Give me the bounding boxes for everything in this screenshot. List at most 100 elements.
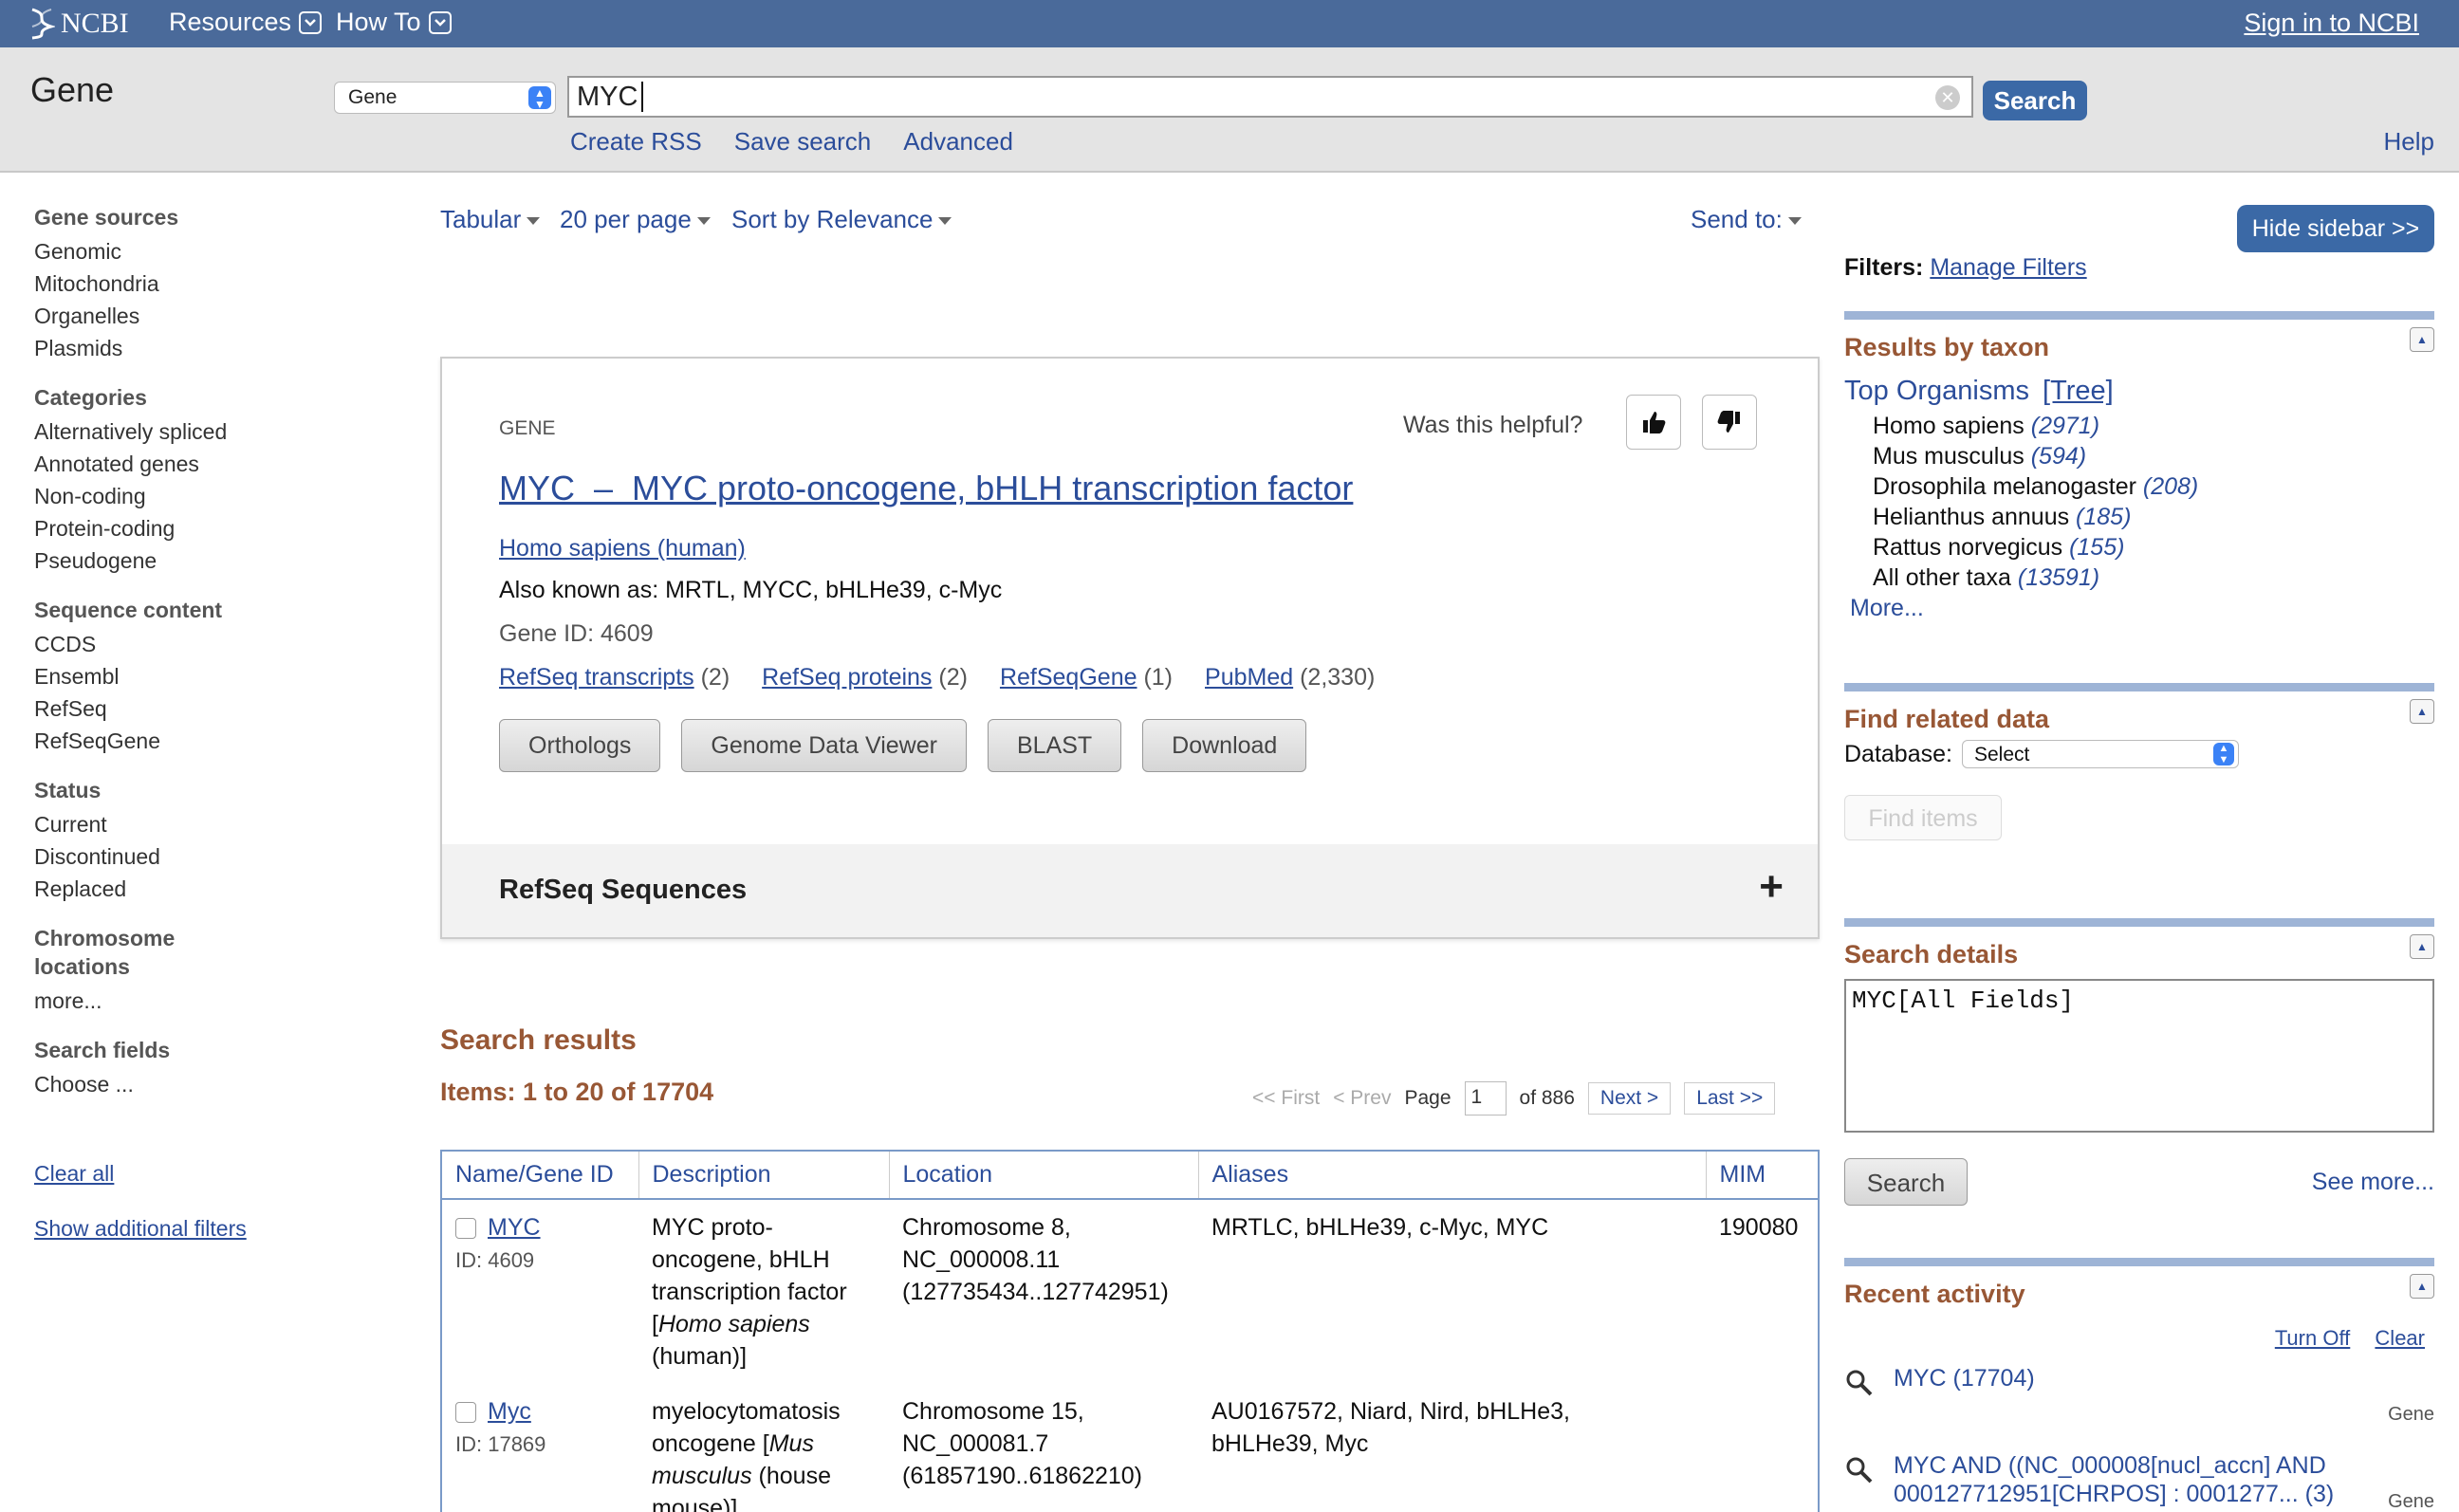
expand-plus-icon[interactable]: + (1759, 863, 1784, 911)
row-checkbox[interactable] (455, 1402, 476, 1424)
blast-button[interactable]: BLAST (987, 719, 1122, 772)
column-header-description[interactable]: Description (638, 1151, 890, 1200)
facet-item-replaced[interactable]: Replaced (34, 873, 357, 905)
facet-item-organelles[interactable]: Organelles (34, 300, 357, 332)
search-details-textarea[interactable]: MYC[All Fields] (1844, 979, 2434, 1133)
tree-link[interactable]: [Tree] (2043, 376, 2114, 406)
send-to-dropdown[interactable]: Send to: (1691, 205, 1802, 234)
facet-item-plasmids[interactable]: Plasmids (34, 332, 357, 364)
aliases-cell: MRTLC, bHLHe39, c-Myc, MYC (1211, 1214, 1549, 1241)
search-input[interactable]: MYC ✕ (567, 76, 1973, 118)
related-database-select[interactable]: Select ▲ ▼ (1961, 740, 2239, 768)
genome-data-viewer-button[interactable]: Genome Data Viewer (681, 719, 967, 772)
hide-sidebar-button[interactable]: Hide sidebar >> (2237, 205, 2434, 252)
list-item[interactable]: Helianthus annuus (185) (1873, 502, 2434, 532)
facet-item-mitochondria[interactable]: Mitochondria (34, 267, 357, 300)
collapse-toggle-icon[interactable]: ▲ (2410, 1274, 2434, 1299)
refseq-transcripts-link[interactable]: RefSeq transcripts (499, 664, 694, 691)
facet-item-genomic[interactable]: Genomic (34, 235, 357, 267)
per-page-dropdown[interactable]: 20 per page (560, 205, 711, 234)
download-button[interactable]: Download (1142, 719, 1307, 772)
page-number-input[interactable]: 1 (1464, 1081, 1507, 1116)
see-more-link[interactable]: See more... (2312, 1169, 2434, 1196)
manage-filters-link[interactable]: Manage Filters (1930, 254, 2086, 281)
refseqgene-link[interactable]: RefSeqGene (1000, 664, 1137, 691)
database-select[interactable]: Gene ▲ ▼ (334, 82, 556, 114)
list-item[interactable]: Drosophila melanogaster (208) (1873, 471, 2434, 502)
organism-link[interactable]: Homo sapiens (human) (499, 535, 746, 562)
thumbs-down-button[interactable] (1702, 395, 1757, 450)
list-item[interactable]: Mus musculus (594) (1873, 441, 2434, 471)
dropdown-arrow-icon (696, 217, 711, 226)
facet-item-more[interactable]: more... (34, 985, 357, 1017)
facet-item-pseudogene[interactable]: Pseudogene (34, 544, 357, 577)
refseq-sequences-section[interactable]: RefSeq Sequences + (442, 844, 1818, 937)
facet-item-choose[interactable]: Choose ... (34, 1068, 357, 1100)
turn-off-link[interactable]: Turn Off (2275, 1326, 2350, 1350)
pubmed-link[interactable]: PubMed (1205, 664, 1293, 691)
details-search-button[interactable]: Search (1844, 1158, 1968, 1206)
facet-item-ccds[interactable]: CCDS (34, 628, 357, 660)
facet-search-fields: Search fields Choose ... (34, 1036, 357, 1100)
find-items-button[interactable]: Find items (1844, 795, 2002, 840)
row-checkbox[interactable] (455, 1218, 476, 1240)
gene-name-link[interactable]: MYC (488, 1214, 541, 1241)
gene-title-link[interactable]: MYC – MYC proto-oncogene, bHLH transcrip… (499, 469, 1353, 508)
sort-dropdown[interactable]: Sort by Relevance (731, 205, 952, 234)
list-item[interactable]: Rattus norvegicus (155) (1873, 532, 2434, 562)
help-link[interactable]: Help (2384, 127, 2434, 157)
facet-status: Status Current Discontinued Replaced (34, 776, 357, 905)
facet-item-protein-coding[interactable]: Protein-coding (34, 512, 357, 544)
more-taxa-link[interactable]: More... (1850, 595, 2434, 622)
list-item[interactable]: All other taxa (13591) (1873, 562, 2434, 593)
column-header-aliases[interactable]: Aliases (1198, 1151, 1707, 1200)
search-results-heading: Search results (440, 1024, 637, 1056)
column-header-name[interactable]: Name/Gene ID (441, 1151, 639, 1200)
last-page-button[interactable]: Last >> (1684, 1082, 1776, 1115)
facet-item-refseqgene[interactable]: RefSeqGene (34, 725, 357, 757)
orthologs-button[interactable]: Orthologs (499, 719, 661, 772)
format-dropdown[interactable]: Tabular (440, 205, 541, 234)
collapse-toggle-icon[interactable]: ▲ (2410, 699, 2434, 724)
column-header-location[interactable]: Location (889, 1151, 1199, 1200)
gene-name-link[interactable]: Myc (488, 1398, 531, 1425)
details-actions: Search See more... (1844, 1158, 2434, 1206)
refseq-proteins-link[interactable]: RefSeq proteins (762, 664, 932, 691)
next-page-button[interactable]: Next > (1587, 1082, 1672, 1115)
search-button[interactable]: Search (1983, 81, 2087, 120)
facet-heading: Sequence content (34, 598, 223, 622)
recent-activity-text[interactable]: MYC (17704) (1894, 1364, 2339, 1392)
column-header-mim[interactable]: MIM (1706, 1151, 1820, 1200)
list-item[interactable]: Homo sapiens (2971) (1873, 411, 2434, 441)
howto-menu[interactable]: How To (336, 8, 452, 37)
ncbi-logo[interactable]: NCBI (28, 6, 129, 42)
facet-heading: Categories (34, 385, 147, 410)
show-additional-filters-link[interactable]: Show additional filters (34, 1212, 357, 1245)
facet-item-ensembl[interactable]: Ensembl (34, 660, 357, 692)
portlet-heading: Recent activity (1844, 1280, 2025, 1308)
recent-activity-item[interactable]: MYC AND ((NC_000008[nucl_accn] AND 00012… (1844, 1451, 2434, 1512)
facet-item-refseq[interactable]: RefSeq (34, 692, 357, 725)
recent-activity-item[interactable]: MYC (17704) Gene (1844, 1364, 2434, 1438)
facet-item-discontinued[interactable]: Discontinued (34, 840, 357, 873)
facet-item-current[interactable]: Current (34, 808, 357, 840)
recent-activity-text[interactable]: MYC AND ((NC_000008[nucl_accn] AND 00012… (1894, 1451, 2339, 1508)
save-search-link[interactable]: Save search (734, 127, 872, 157)
collapse-toggle-icon[interactable]: ▲ (2410, 327, 2434, 352)
resources-menu[interactable]: Resources (169, 8, 323, 37)
create-rss-link[interactable]: Create RSS (570, 127, 702, 157)
facet-item-non-coding[interactable]: Non-coding (34, 480, 357, 512)
facet-item-alternatively-spliced[interactable]: Alternatively spliced (34, 415, 357, 448)
signin-link[interactable]: Sign in to NCBI (2244, 9, 2419, 38)
results-table: Name/Gene ID Description Location Aliase… (440, 1150, 1820, 1512)
first-page-link[interactable]: << First (1252, 1087, 1320, 1110)
clear-link[interactable]: Clear (2375, 1326, 2425, 1350)
clear-search-icon[interactable]: ✕ (1935, 85, 1960, 110)
top-organisms-link[interactable]: Top Organisms (1844, 376, 2029, 406)
clear-all-link[interactable]: Clear all (34, 1157, 357, 1189)
thumbs-up-button[interactable] (1626, 395, 1681, 450)
collapse-toggle-icon[interactable]: ▲ (2410, 934, 2434, 959)
advanced-search-link[interactable]: Advanced (903, 127, 1013, 157)
prev-page-link[interactable]: < Prev (1333, 1087, 1391, 1110)
facet-item-annotated-genes[interactable]: Annotated genes (34, 448, 357, 480)
